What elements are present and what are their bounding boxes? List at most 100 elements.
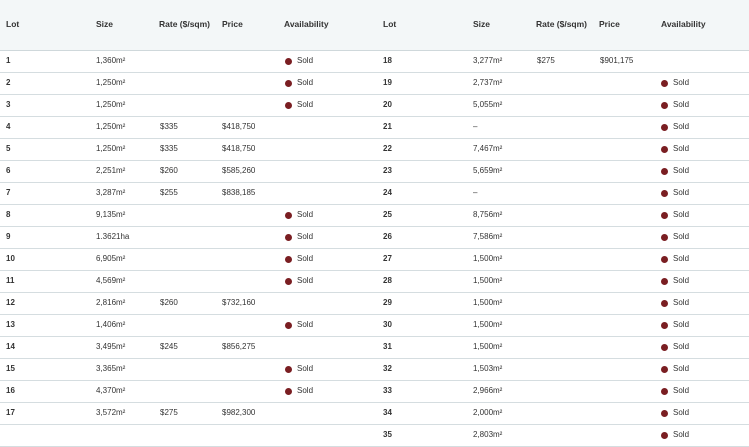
availability-status: Sold (661, 210, 689, 220)
availability-label: Sold (297, 78, 314, 87)
availability-label: Sold (297, 386, 314, 395)
header-availability-left: Availability (284, 19, 329, 29)
cell-size: 3,572m² (96, 408, 126, 417)
cell-size: 2,251m² (96, 166, 126, 175)
cell-lot: 32 (383, 364, 392, 373)
availability-label: Sold (297, 100, 314, 109)
availability-label: Sold (673, 342, 690, 351)
sold-dot-icon (661, 431, 668, 439)
sold-dot-icon (285, 79, 292, 87)
sold-dot-icon (661, 145, 668, 153)
cell-price: $838,185 (222, 188, 256, 197)
cell-rate: $260 (160, 298, 178, 307)
sold-dot-icon (661, 365, 668, 373)
availability-status: Sold (285, 210, 313, 220)
table-row: 9 1.3621ha Sold 26 7,586m² Sold (0, 227, 749, 249)
availability-label: Sold (673, 430, 690, 439)
sold-dot-icon (285, 321, 292, 329)
cell-lot: 2 (6, 78, 11, 87)
sold-dot-icon (661, 79, 668, 87)
cell-price: $418,750 (222, 122, 256, 131)
cell-size: 2,816m² (96, 298, 126, 307)
cell-lot: 1 (6, 56, 11, 65)
cell-rate: $275 (160, 408, 178, 417)
sold-dot-icon (661, 321, 668, 329)
availability-label: Sold (673, 386, 690, 395)
cell-lot: 30 (383, 320, 392, 329)
sold-dot-icon (285, 57, 292, 65)
availability-label: Sold (297, 232, 314, 241)
cell-size: 5,659m² (473, 166, 503, 175)
cell-lot: 35 (383, 430, 392, 439)
cell-size: 1,500m² (473, 254, 503, 263)
cell-size: 1,500m² (473, 342, 503, 351)
availability-label: Sold (297, 56, 314, 65)
availability-label: Sold (673, 320, 690, 329)
sold-dot-icon (661, 167, 668, 175)
cell-size: 1,500m² (473, 276, 503, 285)
sold-dot-icon (661, 123, 668, 131)
lot-availability-table: Lot Size Rate ($/sqm) Price Availability… (0, 0, 749, 447)
availability-status: Sold (661, 254, 689, 264)
availability-status: Sold (661, 298, 689, 308)
header-price-left: Price (222, 19, 243, 29)
cell-size: 1,406m² (96, 320, 126, 329)
availability-label: Sold (673, 78, 690, 87)
availability-label: Sold (673, 254, 690, 263)
availability-status: Sold (661, 78, 689, 88)
cell-rate: $275 (537, 56, 555, 65)
cell-rate: $260 (160, 166, 178, 175)
cell-price: $901,175 (600, 56, 634, 65)
cell-size: 7,467m² (473, 144, 503, 153)
cell-lot: 22 (383, 144, 392, 153)
table-row: 2 1,250m² Sold 19 2,737m² Sold (0, 73, 749, 95)
cell-price: $856,275 (222, 342, 256, 351)
sold-dot-icon (661, 101, 668, 109)
cell-lot: 23 (383, 166, 392, 175)
cell-size: – (473, 122, 478, 131)
cell-size: 2,803m² (473, 430, 503, 439)
cell-price: $418,750 (222, 144, 256, 153)
table-row: 13 1,406m² Sold 30 1,500m² Sold (0, 315, 749, 337)
table-row: 15 3,365m² Sold 32 1,503m² Sold (0, 359, 749, 381)
availability-label: Sold (673, 298, 690, 307)
table-body: 1 1,360m² Sold 18 3,277m² $275 $901,175 2 1,250m… (0, 51, 749, 447)
header-availability-right: Availability (661, 19, 706, 29)
sold-dot-icon (661, 189, 668, 197)
availability-status: Sold (285, 320, 313, 330)
availability-status: Sold (285, 78, 313, 88)
cell-size: 4,569m² (96, 276, 126, 285)
sold-dot-icon (285, 387, 292, 395)
cell-size: 3,495m² (96, 342, 126, 351)
cell-size: 1,500m² (473, 298, 503, 307)
cell-lot: 14 (6, 342, 15, 351)
cell-price: $732,160 (222, 298, 256, 307)
cell-size: 2,000m² (473, 408, 503, 417)
cell-size: 3,287m² (96, 188, 126, 197)
cell-lot: 12 (6, 298, 15, 307)
availability-label: Sold (297, 254, 314, 263)
cell-lot: 25 (383, 210, 392, 219)
table-row: 17 3,572m² $275 $982,300 34 2,000m² Sold (0, 403, 749, 425)
cell-size: 7,586m² (473, 232, 503, 241)
availability-label: Sold (673, 364, 690, 373)
table-row: 4 1,250m² $335 $418,750 21 – Sold (0, 117, 749, 139)
cell-lot: 19 (383, 78, 392, 87)
cell-lot: 4 (6, 122, 11, 131)
cell-lot: 27 (383, 254, 392, 263)
sold-dot-icon (661, 299, 668, 307)
cell-size: 1,250m² (96, 122, 126, 131)
header-price-right: Price (599, 19, 620, 29)
cell-lot: 15 (6, 364, 15, 373)
cell-lot: 16 (6, 386, 15, 395)
cell-size: 1,503m² (473, 364, 503, 373)
header-rate-left: Rate ($/sqm) (159, 19, 211, 29)
sold-dot-icon (661, 387, 668, 395)
availability-label: Sold (297, 320, 314, 329)
sold-dot-icon (661, 211, 668, 219)
availability-status: Sold (661, 320, 689, 330)
cell-size: 1,250m² (96, 100, 126, 109)
cell-lot: 28 (383, 276, 392, 285)
availability-status: Sold (285, 276, 313, 286)
availability-status: Sold (661, 342, 689, 352)
